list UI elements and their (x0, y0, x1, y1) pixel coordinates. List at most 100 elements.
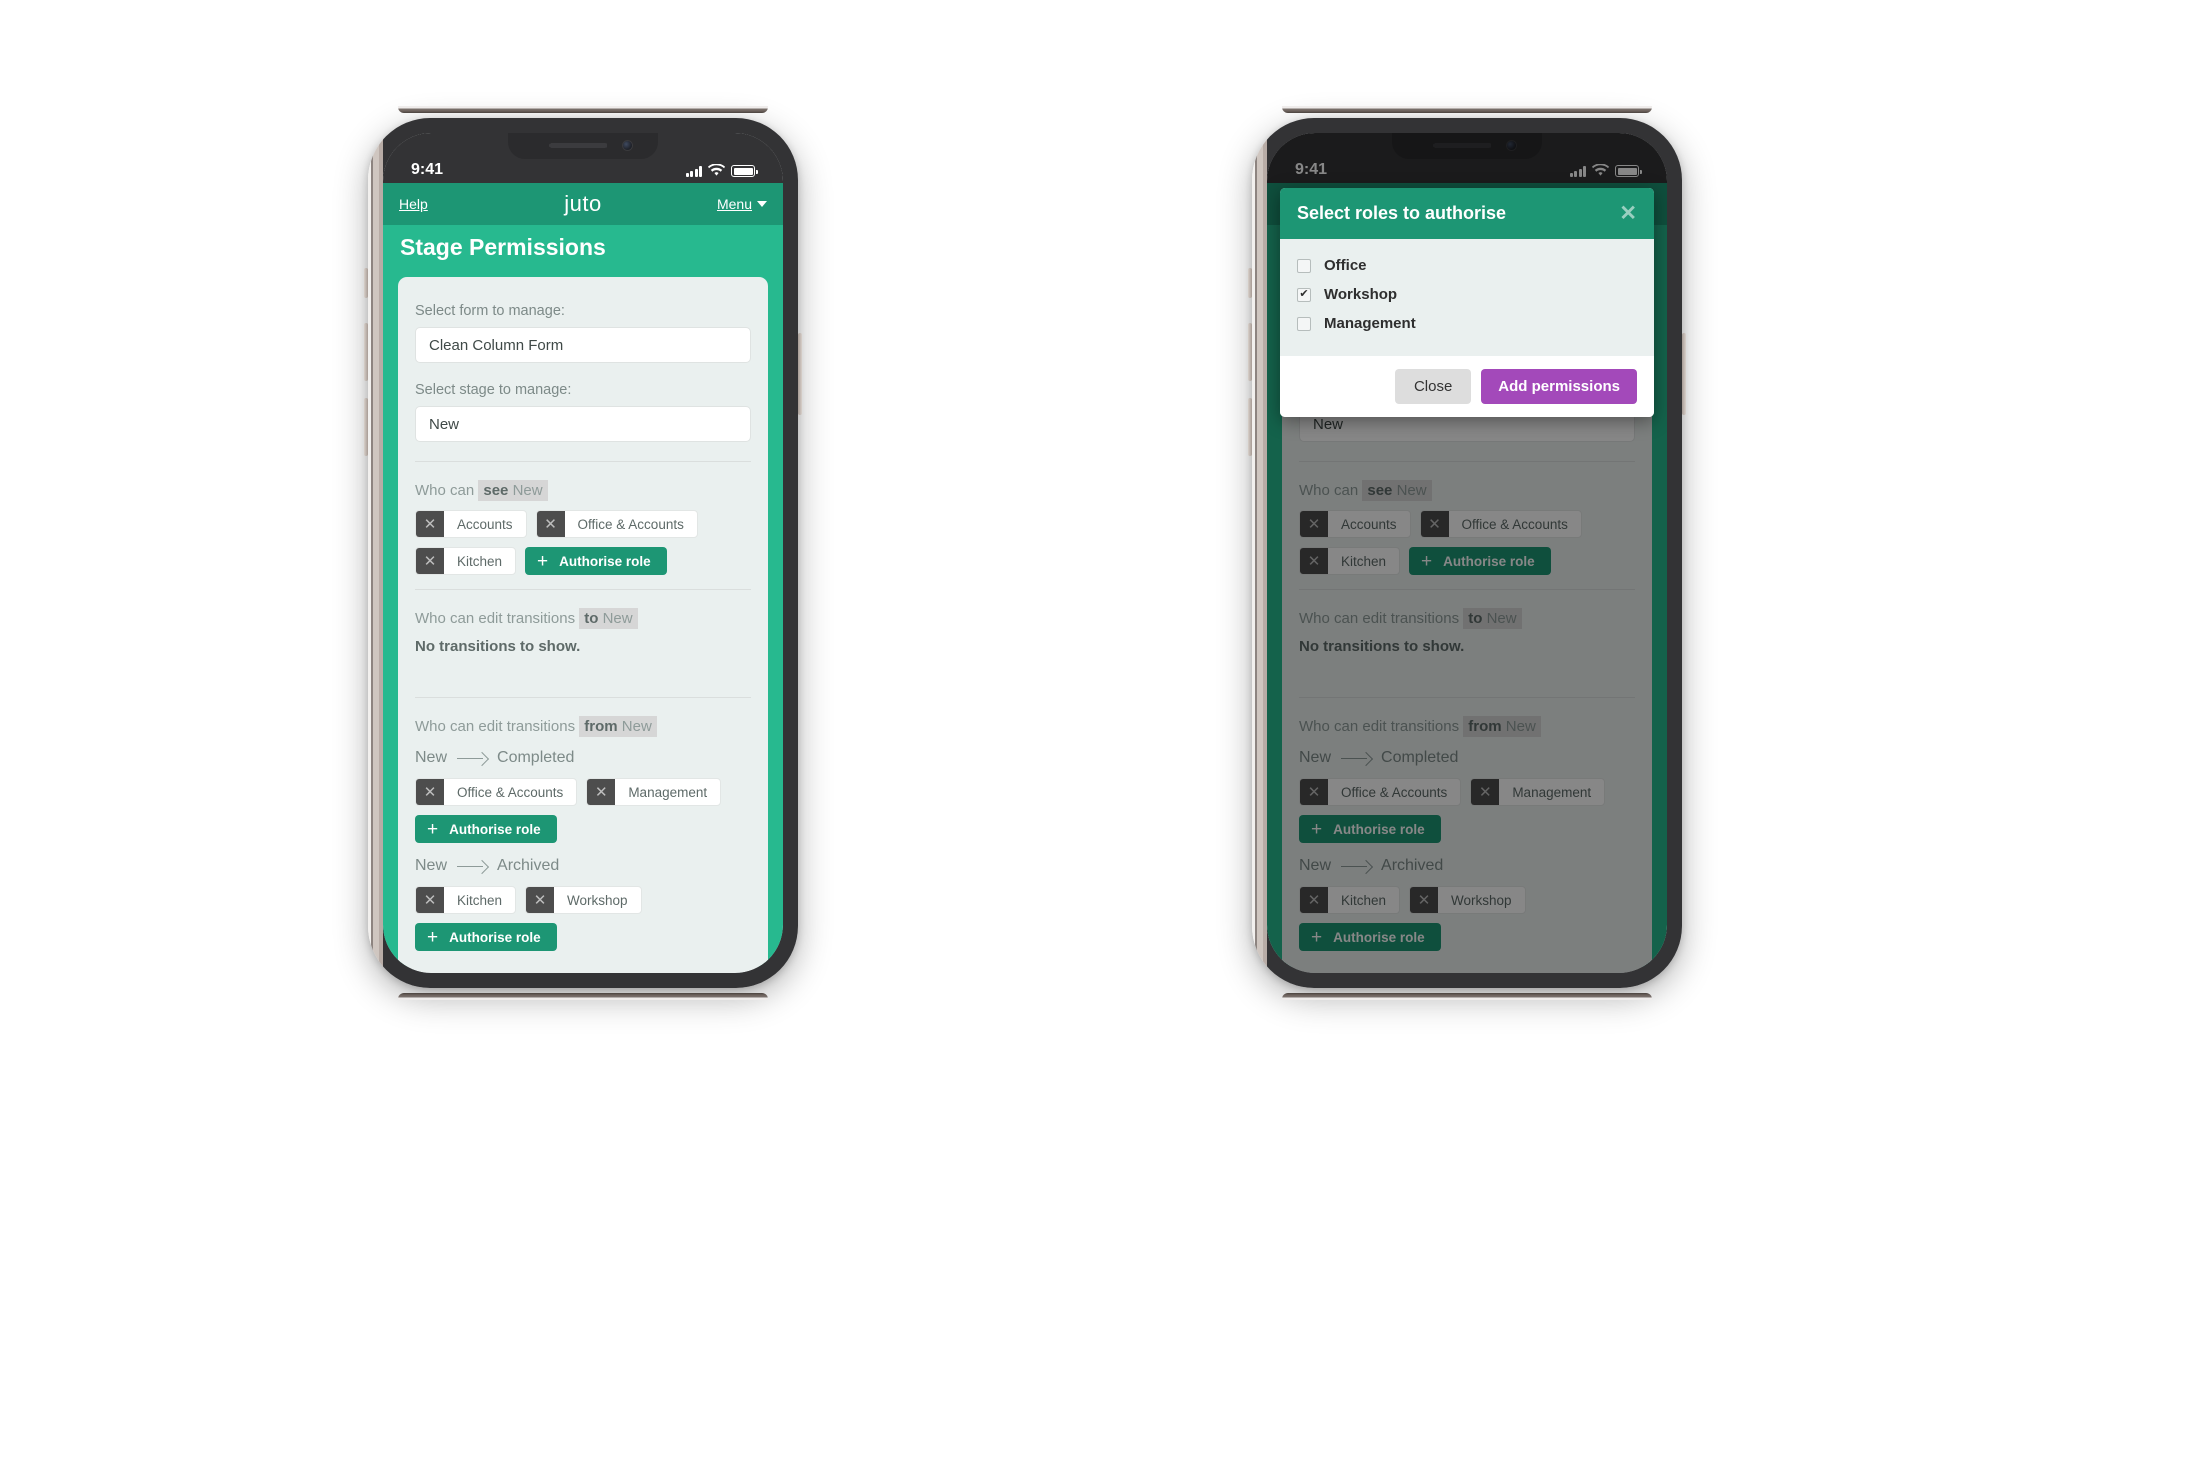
remove-role-icon[interactable]: ✕ (536, 511, 565, 537)
form-select-label: Select form to manage: (415, 303, 565, 319)
role-chip[interactable]: ✕ Kitchen (415, 886, 517, 914)
role-option-row[interactable]: Management (1297, 315, 1637, 332)
role-chip[interactable]: ✕ Office & Accounts (415, 778, 578, 806)
volume-up-button[interactable] (1248, 323, 1252, 381)
form-select[interactable]: Clean Column Form (415, 327, 751, 363)
to-section-heading: Who can edit transitions to New (415, 608, 751, 629)
app-nav-bar: Help juto Menu (383, 183, 783, 225)
role-option-label: Workshop (1324, 286, 1398, 303)
role-checkbox[interactable] (1297, 258, 1311, 273)
screen-right: 9:41 Help juto Menu (1267, 133, 1667, 973)
authorise-role-label: Authorise role (559, 553, 651, 569)
remove-role-icon[interactable]: ✕ (526, 887, 555, 913)
role-checkbox[interactable] (1297, 316, 1311, 331)
to-empty-message: No transitions to show. (415, 638, 581, 655)
role-option-row[interactable]: ✔ Workshop (1297, 286, 1637, 303)
page-title: Stage Permissions (383, 225, 783, 277)
to-prefix: Who can edit transitions (415, 610, 576, 627)
transition-target: Completed (497, 749, 575, 766)
role-chip[interactable]: ✕ Management (586, 778, 722, 806)
remove-role-icon[interactable]: ✕ (416, 548, 444, 574)
authorise-role-button[interactable]: + Authorise role (415, 815, 557, 843)
authorise-role-label: Authorise role (449, 929, 541, 945)
see-section-heading: Who can see New (415, 480, 751, 501)
phone-body-left: 9:41 Help juto Menu Stage Permissions Se… (383, 133, 783, 973)
modal-body: Office ✔ Workshop Management (1280, 239, 1654, 356)
permissions-card: Select form to manage: Clean Column Form… (398, 277, 768, 967)
arrow-right-icon (457, 753, 487, 763)
transition-role-chips: ✕ Kitchen ✕ Workshop (415, 886, 751, 914)
role-chip-label: Kitchen (457, 892, 503, 908)
to-verb: to (584, 610, 599, 627)
see-prefix: Who can (415, 482, 475, 499)
remove-role-icon[interactable]: ✕ (587, 779, 616, 805)
role-chip-label: Management (628, 784, 708, 800)
frame-band-bottom (398, 993, 768, 1000)
role-chip[interactable]: ✕ Workshop (525, 886, 642, 914)
brand-logo: juto (564, 191, 602, 216)
close-icon[interactable]: ✕ (1619, 203, 1637, 224)
form-select-value: Clean Column Form (429, 336, 564, 354)
remove-role-icon[interactable]: ✕ (416, 887, 444, 913)
power-button[interactable] (798, 333, 802, 415)
arrow-right-icon (457, 861, 487, 871)
menu-label: Menu (716, 196, 752, 212)
signal-icon (685, 166, 702, 177)
help-link[interactable]: Help (399, 196, 428, 212)
role-chip-label: Kitchen (457, 553, 503, 569)
plus-icon: + (427, 818, 439, 840)
role-chip-label: Office & Accounts (457, 784, 564, 800)
transition-source: New (415, 749, 448, 766)
see-highlight: see New (478, 480, 548, 501)
from-stage: New (621, 718, 652, 735)
mute-switch[interactable] (1248, 268, 1252, 298)
role-chip-label: Office & Accounts (577, 516, 684, 532)
from-prefix: Who can edit transitions (415, 718, 576, 735)
transition-label: New Archived (415, 857, 751, 875)
mute-switch[interactable] (364, 268, 368, 298)
role-option-row[interactable]: Office (1297, 257, 1637, 274)
from-verb: from (584, 718, 618, 735)
volume-down-button[interactable] (1248, 398, 1252, 456)
stage-select-label: Select stage to manage: (415, 382, 572, 398)
close-button[interactable]: Close (1394, 369, 1472, 404)
stage-select[interactable]: New (415, 406, 751, 442)
transition-source: New (415, 857, 448, 874)
transition-actions: + Authorise role (415, 815, 751, 843)
menu-button[interactable]: Menu (717, 196, 767, 212)
wifi-icon (708, 164, 725, 176)
transition-actions: + Authorise role (415, 923, 751, 951)
remove-role-icon[interactable]: ✕ (416, 511, 444, 537)
authorise-role-button[interactable]: + Authorise role (525, 547, 667, 575)
phone-right: 9:41 Help juto Menu (1248, 106, 1686, 1000)
transition-label: New Completed (415, 749, 751, 767)
volume-down-button[interactable] (364, 398, 368, 456)
role-chip[interactable]: ✕ Office & Accounts (535, 510, 698, 538)
frame-band-bottom (1282, 993, 1652, 1000)
battery-icon (731, 165, 758, 177)
modal-header: Select roles to authorise ✕ (1280, 188, 1654, 239)
role-checkbox[interactable]: ✔ (1297, 287, 1311, 302)
see-stage: New (512, 482, 543, 499)
modal-footer: Close Add permissions (1280, 356, 1654, 417)
role-chip[interactable]: ✕ Kitchen (415, 547, 517, 575)
authorise-role-button[interactable]: + Authorise role (415, 923, 557, 951)
power-button[interactable] (1682, 333, 1686, 415)
content-area: Select form to manage: Clean Column Form… (383, 277, 783, 967)
chevron-down-icon (757, 201, 767, 207)
role-chip[interactable]: ✕ Accounts (415, 510, 527, 538)
remove-role-icon[interactable]: ✕ (416, 779, 444, 805)
to-stage: New (602, 610, 633, 627)
add-permissions-button[interactable]: Add permissions (1481, 369, 1637, 404)
transition-role-chips: ✕ Office & Accounts ✕ Management (415, 778, 751, 806)
from-section-heading: Who can edit transitions from New (415, 716, 751, 737)
role-option-label: Management (1324, 315, 1416, 332)
phone-left: 9:41 Help juto Menu Stage Permissions Se… (364, 106, 802, 1000)
role-chip-label: Accounts (457, 516, 513, 532)
see-role-chips: ✕ Accounts ✕ Office & Accounts ✕ Kitchen (415, 510, 751, 575)
phone-body-right: 9:41 Help juto Menu (1267, 133, 1667, 973)
plus-icon: + (427, 926, 439, 948)
role-chip-label: Workshop (567, 892, 628, 908)
authorise-role-label: Authorise role (449, 821, 541, 837)
volume-up-button[interactable] (364, 323, 368, 381)
